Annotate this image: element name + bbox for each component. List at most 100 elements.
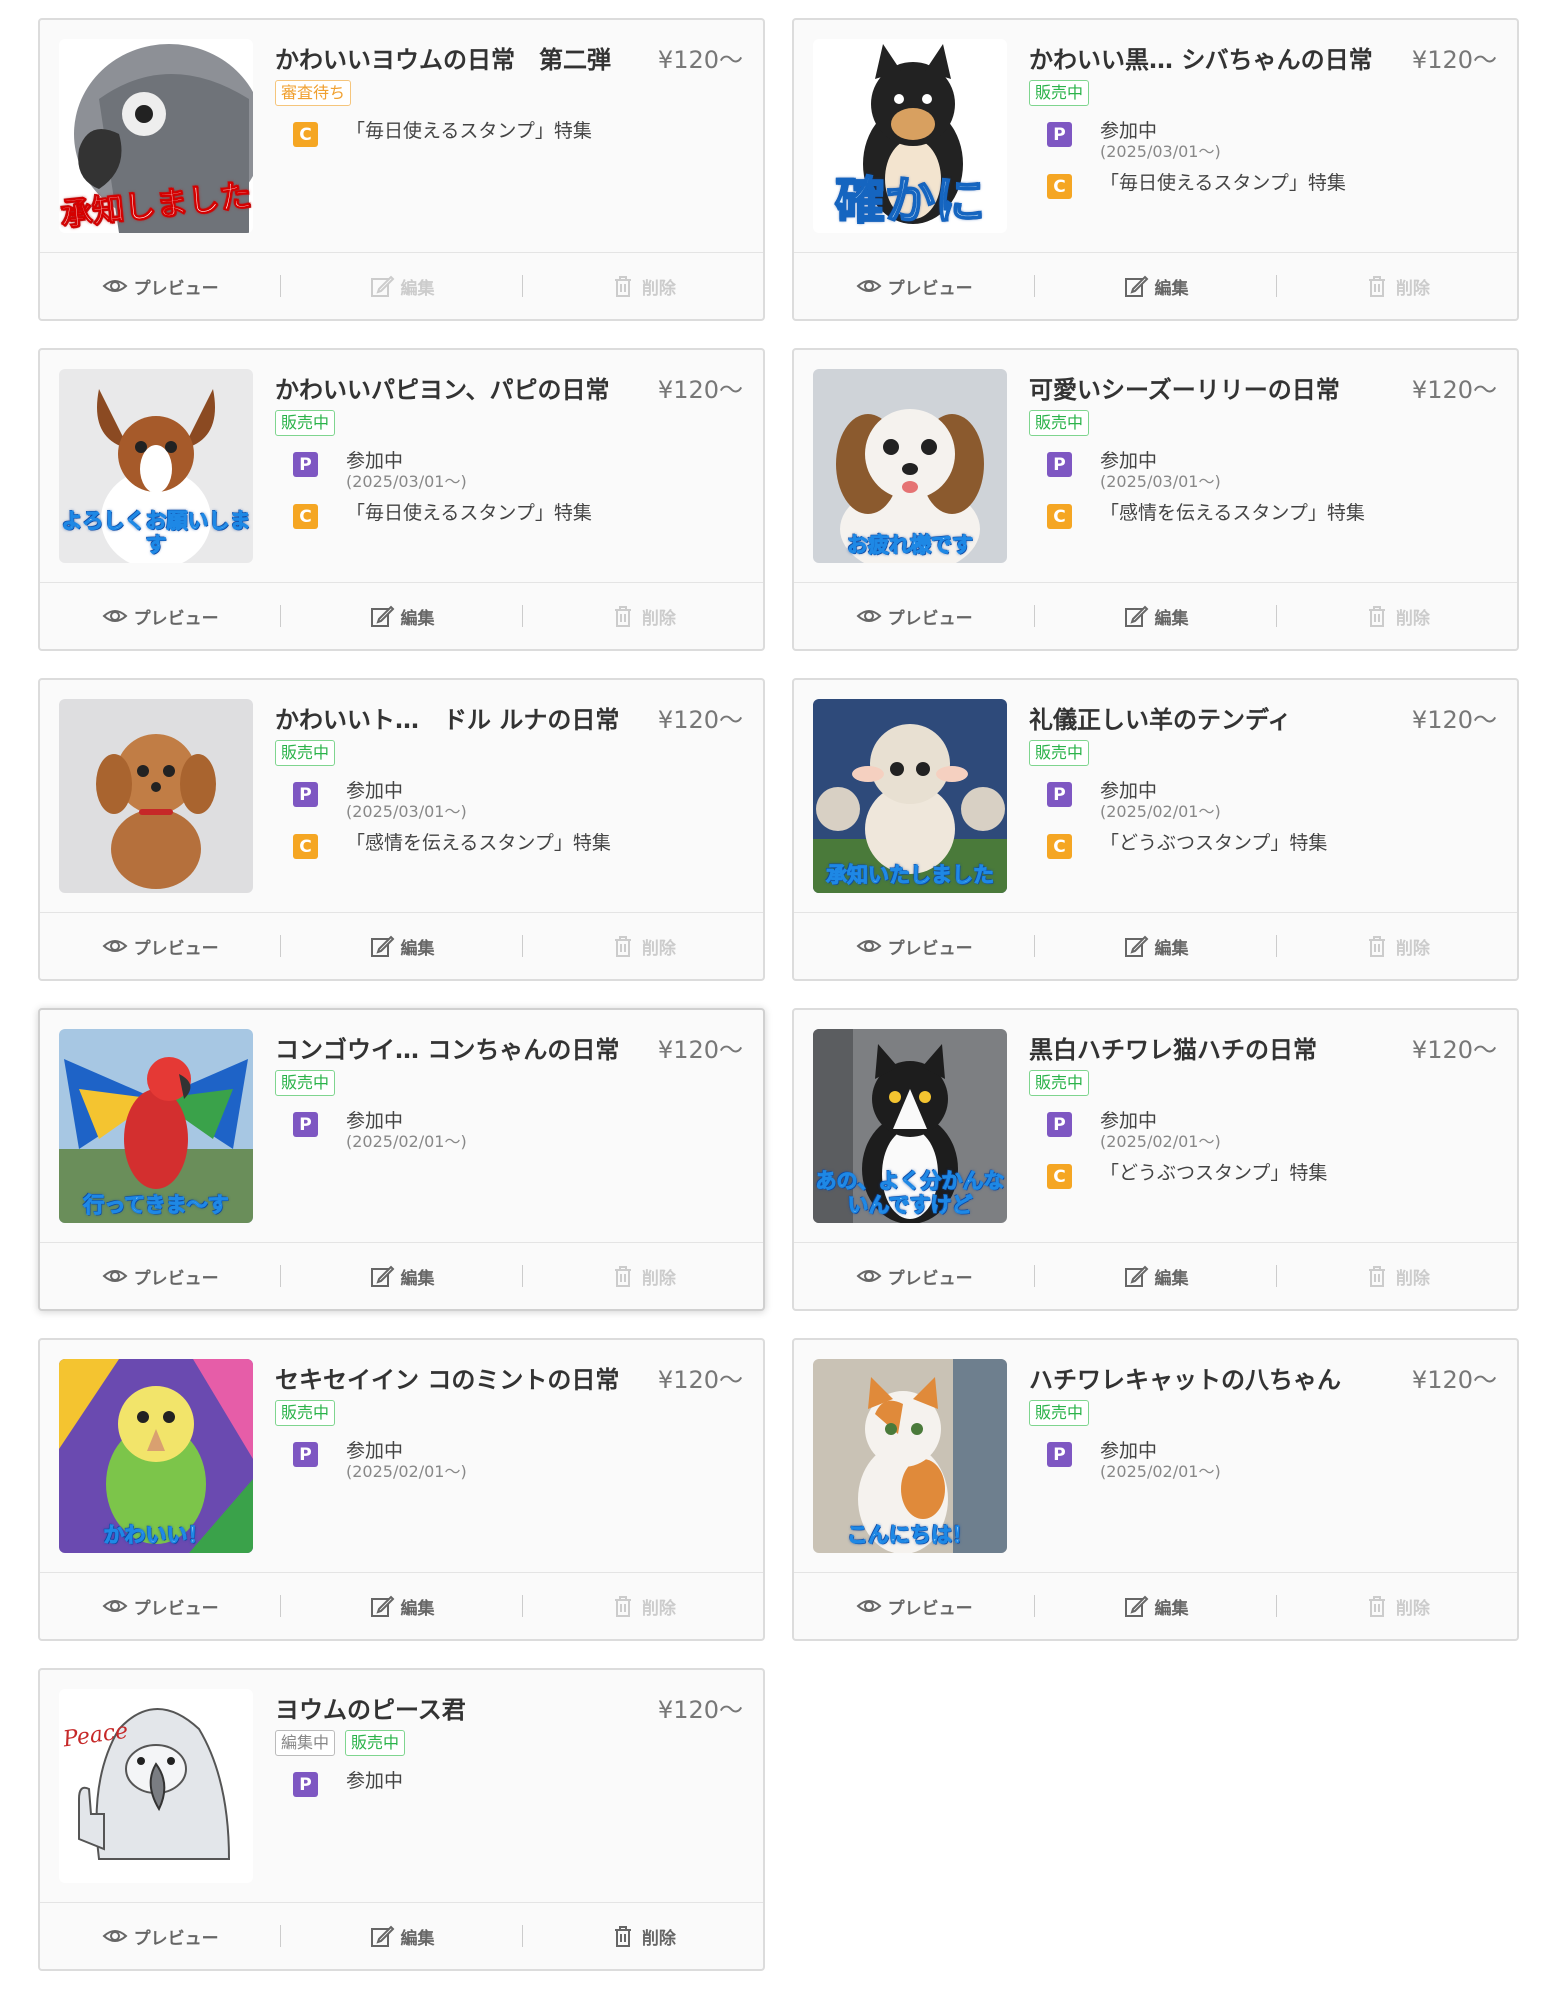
sticker-caption: かわいい！ <box>103 1523 209 1548</box>
sticker-thumbnail[interactable]: 承知しました <box>59 39 253 233</box>
sticker-thumbnail[interactable]: お疲れ様です <box>813 369 1007 563</box>
sticker-price: ¥120〜 <box>1411 46 1497 74</box>
card-actions: プレビュー 編集 削除 <box>40 1572 763 1639</box>
edit-button[interactable]: 編集 <box>1035 603 1275 629</box>
delete-label: 削除 <box>641 938 676 959</box>
campaign-list: P 参加中 (2025/03/01〜) C 「毎日使えるスタンプ」特集 <box>1047 120 1487 209</box>
sticker-title[interactable]: かわいいパピヨン、パピの日常 <box>275 370 675 405</box>
campaign-label: 参加中 <box>346 1770 404 1792</box>
sticker-thumbnail[interactable]: 行ってきま〜す <box>59 1029 253 1223</box>
delete-button[interactable]: 削除 <box>1277 1593 1517 1619</box>
delete-button[interactable]: 削除 <box>1277 1263 1517 1289</box>
campaign-row: P 参加中 (2025/03/01〜) <box>1047 120 1487 162</box>
delete-button[interactable]: 削除 <box>1277 603 1517 629</box>
delete-button[interactable]: 削除 <box>523 933 763 959</box>
status-badge: 販売中 <box>275 1400 336 1426</box>
sticker-thumbnail[interactable]: 確かに <box>813 39 1007 233</box>
sticker-thumbnail[interactable]: かわいい！ <box>59 1359 253 1553</box>
preview-button[interactable]: プレビュー <box>40 273 280 299</box>
sticker-card[interactable]: お疲れ様です 可愛いシーズーリリーの日常 ¥120〜 販売中 P 参加中 (20… <box>792 348 1519 651</box>
campaign-row: P 参加中 (2025/02/01〜) <box>293 1440 733 1482</box>
sticker-thumbnail[interactable]: Peace <box>59 1689 253 1883</box>
status-badges: 販売中 <box>1029 410 1090 436</box>
sticker-thumbnail[interactable]: よろしくお願いします <box>59 369 253 563</box>
delete-label: 削除 <box>1395 938 1430 959</box>
sticker-price: ¥120〜 <box>657 1036 743 1064</box>
eye-icon <box>102 603 128 629</box>
premium-icon: P <box>1047 1112 1072 1137</box>
campaign-row: C 「毎日使えるスタンプ」特集 <box>293 502 733 529</box>
sticker-title[interactable]: 礼儀正しい羊のテンディ <box>1029 700 1429 735</box>
sticker-card[interactable]: 確かに かわいい黒… シバちゃんの日常 ¥120〜 販売中 P 参加中 (202… <box>792 18 1519 321</box>
trash-icon <box>1364 933 1390 959</box>
edit-button[interactable]: 編集 <box>281 273 521 299</box>
edit-button[interactable]: 編集 <box>281 1593 521 1619</box>
preview-button[interactable]: プレビュー <box>794 1263 1034 1289</box>
sticker-card[interactable]: こんにちは！ ハチワレキャットの八ちゃん ¥120〜 販売中 P 参加中 (20… <box>792 1338 1519 1641</box>
sticker-title[interactable]: セキセイイン コのミントの日常 <box>275 1360 675 1395</box>
status-badges: 販売中 <box>275 740 336 766</box>
card-actions: プレビュー 編集 削除 <box>40 1242 763 1309</box>
preview-label: プレビュー <box>133 1598 219 1619</box>
campaign-label: 参加中 <box>346 780 404 802</box>
sticker-thumbnail[interactable]: あの、よく分かんないんですけど <box>813 1029 1007 1223</box>
sticker-card[interactable]: あの、よく分かんないんですけど 黒白ハチワレ猫ハチの日常 ¥120〜 販売中 P… <box>792 1008 1519 1311</box>
sticker-card[interactable]: かわいい！ セキセイイン コのミントの日常 ¥120〜 販売中 P 参加中 (2… <box>38 1338 765 1641</box>
edit-button[interactable]: 編集 <box>281 933 521 959</box>
sticker-title[interactable]: 可愛いシーズーリリーの日常 <box>1029 370 1429 405</box>
sticker-caption: あの、よく分かんないんですけど <box>815 1169 1005 1218</box>
edit-button[interactable]: 編集 <box>1035 1263 1275 1289</box>
preview-button[interactable]: プレビュー <box>40 1923 280 1949</box>
delete-button[interactable]: 削除 <box>523 1923 763 1949</box>
trash-icon <box>1364 603 1390 629</box>
card-actions: プレビュー 編集 削除 <box>794 1572 1517 1639</box>
campaign-date: (2025/02/01〜) <box>1100 1132 1221 1151</box>
premium-icon: P <box>293 1442 318 1467</box>
sticker-price: ¥120〜 <box>1411 706 1497 734</box>
edit-button[interactable]: 編集 <box>1035 273 1275 299</box>
sticker-card[interactable]: かわいいト… ドル ルナの日常 ¥120〜 販売中 P 参加中 (2025/03… <box>38 678 765 981</box>
sticker-thumbnail[interactable]: 承知いたしました <box>813 699 1007 893</box>
sticker-card[interactable]: よろしくお願いします かわいいパピヨン、パピの日常 ¥120〜 販売中 P 参加… <box>38 348 765 651</box>
delete-button[interactable]: 削除 <box>1277 273 1517 299</box>
sticker-card[interactable]: 承知しました かわいいヨウムの日常 第二弾 ¥120〜 審査待ち C 「毎日使え… <box>38 18 765 321</box>
sticker-title[interactable]: かわいい黒… シバちゃんの日常 <box>1029 40 1429 75</box>
delete-button[interactable]: 削除 <box>1277 933 1517 959</box>
trash-icon <box>610 1923 636 1949</box>
preview-button[interactable]: プレビュー <box>40 1263 280 1289</box>
preview-button[interactable]: プレビュー <box>794 603 1034 629</box>
delete-button[interactable]: 削除 <box>523 1263 763 1289</box>
edit-button[interactable]: 編集 <box>281 1263 521 1289</box>
sticker-thumbnail[interactable]: こんにちは！ <box>813 1359 1007 1553</box>
campaign-list: P 参加中 (2025/02/01〜) <box>293 1110 733 1162</box>
sticker-title[interactable]: かわいいト… ドル ルナの日常 <box>275 700 675 735</box>
campaign-date: (2025/03/01〜) <box>1100 142 1221 161</box>
preview-button[interactable]: プレビュー <box>40 933 280 959</box>
preview-button[interactable]: プレビュー <box>794 273 1034 299</box>
preview-button[interactable]: プレビュー <box>40 603 280 629</box>
edit-button[interactable]: 編集 <box>1035 1593 1275 1619</box>
sticker-card[interactable]: Peace ヨウムのピース君 ¥120〜 編集中 販売中 P 参加中 プレビュー … <box>38 1668 765 1971</box>
edit-button[interactable]: 編集 <box>281 1923 521 1949</box>
sticker-title[interactable]: ヨウムのピース君 <box>275 1690 675 1725</box>
campaign-label: 「毎日使えるスタンプ」特集 <box>346 502 592 524</box>
preview-button[interactable]: プレビュー <box>794 1593 1034 1619</box>
status-badge: 販売中 <box>1029 80 1090 106</box>
campaign-label: 参加中 <box>1100 120 1158 142</box>
sticker-card[interactable]: 行ってきま〜す コンゴウイ… コンちゃんの日常 ¥120〜 販売中 P 参加中 … <box>38 1008 765 1311</box>
sticker-title[interactable]: かわいいヨウムの日常 第二弾 <box>275 40 675 75</box>
delete-button[interactable]: 削除 <box>523 1593 763 1619</box>
delete-button[interactable]: 削除 <box>523 603 763 629</box>
preview-button[interactable]: プレビュー <box>40 1593 280 1619</box>
edit-button[interactable]: 編集 <box>281 603 521 629</box>
sticker-title[interactable]: コンゴウイ… コンちゃんの日常 <box>275 1030 675 1065</box>
sticker-card[interactable]: 承知いたしました 礼儀正しい羊のテンディ ¥120〜 販売中 P 参加中 (20… <box>792 678 1519 981</box>
preview-button[interactable]: プレビュー <box>794 933 1034 959</box>
sticker-title[interactable]: 黒白ハチワレ猫ハチの日常 <box>1029 1030 1429 1065</box>
edit-button[interactable]: 編集 <box>1035 933 1275 959</box>
campaign-label: 参加中 <box>1100 1110 1158 1132</box>
sticker-thumbnail[interactable] <box>59 699 253 893</box>
sticker-title[interactable]: ハチワレキャットの八ちゃん <box>1029 1360 1429 1395</box>
delete-button[interactable]: 削除 <box>523 273 763 299</box>
sticker-price: ¥120〜 <box>657 706 743 734</box>
